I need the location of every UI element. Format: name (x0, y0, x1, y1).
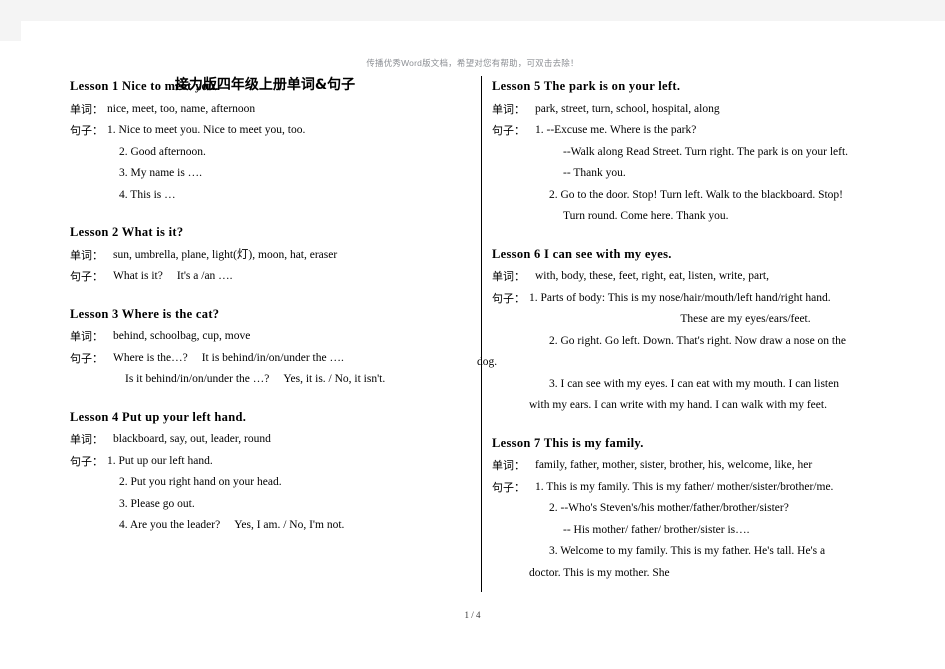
words-row: 单词： nice, meet, too, name, afternoon (70, 99, 435, 121)
words-label: 单词： (70, 102, 103, 116)
words-row: 单词： park, street, turn, school, hospital… (492, 99, 902, 121)
document-page: 接力版四年级上册单词&句子 Lesson 1 Nice to meet you.… (0, 0, 945, 669)
sentences-label: 句子： (70, 270, 103, 283)
lesson-block-6: Lesson 6 I can see with my eyes. 单词： wit… (477, 244, 902, 417)
sentence-line: -- Thank you. (563, 167, 626, 179)
words-label: 单词： (492, 270, 525, 283)
sentence-line: --Walk along Read Street. Turn right. Th… (563, 145, 849, 158)
sentences-row: 句子： 1. --Excuse me. Where is the park? -… (492, 120, 902, 228)
sentences-label: 句子： (492, 291, 525, 305)
words-label: 单词： (492, 459, 525, 472)
right-column: Lesson 5 The park is on your left. 单词： p… (477, 76, 902, 600)
sentence-line: doctor. This is my mother. She (529, 566, 670, 579)
page-footer: 1 / 4 (464, 610, 481, 620)
lesson-title: Lesson 4 Put up your left hand. (70, 409, 247, 424)
lesson-title: Lesson 1 Nice to meet you. (70, 79, 219, 93)
lesson-title: Lesson 3 Where is the cat? (70, 306, 220, 321)
sentences-row: 句子： Where is the…? It is behind/in/on/und… (70, 348, 435, 391)
words-row: 单词： sun, umbrella, plane, light(灯), moon… (70, 245, 435, 267)
words-row: 单词： family, father, mother, sister, brot… (492, 455, 902, 477)
words-row: 单词： with, body, these, feet, right, eat,… (492, 266, 902, 288)
words-value: behind, schoolbag, cup, move (113, 330, 251, 342)
words-label: 单词： (70, 433, 103, 446)
words-value: nice, meet, too, name, afternoon (107, 102, 256, 115)
sentence-line: 1. This is my family. This is my father/… (535, 480, 834, 493)
sentence-line: 1. Put up our left hand. (107, 454, 213, 467)
sentence-line: with my ears. I can write with my hand. … (529, 399, 827, 411)
words-label: 单词： (70, 248, 103, 262)
sentences-row: 句子： 1. Put up our left hand. 2. Put you … (70, 451, 435, 537)
words-value: with, body, these, feet, right, eat, lis… (535, 270, 769, 282)
sentences-label: 句子： (70, 351, 103, 365)
words-label: 单词： (492, 102, 525, 116)
sentence-line: 4. Are you the leader? (119, 519, 221, 531)
left-column: Lesson 1 Nice to meet you. 单词： nice, mee… (70, 76, 435, 553)
sentences-label: 句子： (70, 454, 103, 468)
sentence-line: 1. Nice to meet you. Nice to meet you, t… (107, 124, 306, 136)
sentence-line: It's a /an …. (176, 270, 233, 282)
sentences-row: 句子： 1. Parts of body: This is my nose/ha… (477, 288, 902, 417)
sentence-line: 1. --Excuse me. Where is the park? (535, 124, 697, 136)
sentence-line: 3. My name is …. (119, 167, 203, 179)
sentence-line: Is it behind/in/on/under the …? (125, 373, 270, 385)
sentences-label: 句子： (492, 480, 525, 494)
sentence-line: -- His mother/ father/ brother/sister is… (563, 523, 750, 536)
words-value: park, street, turn, school, hospital, al… (535, 102, 720, 115)
lesson-block-1: Lesson 1 Nice to meet you. 单词： nice, mee… (70, 76, 435, 206)
lesson-title: Lesson 2 What is it? (70, 225, 184, 239)
sentence-line: Yes, I am. / No, I'm not. (234, 519, 345, 531)
sentences-label: 句子： (70, 124, 103, 137)
sentence-line: 3. I can see with my eyes. I can eat wit… (549, 377, 839, 390)
sentence-line: It is behind/in/on/under the …. (201, 351, 344, 364)
words-label: 单词： (70, 330, 103, 343)
sentence-line: Where is the…? (113, 351, 188, 364)
sentence-line: 2. Go right. Go left. Down. That's right… (549, 334, 846, 347)
sentence-line: Yes, it is. / No, it isn't. (283, 373, 386, 385)
sentence-line: 2. Go to the door. Stop! Turn left. Walk… (549, 188, 844, 201)
column-divider (481, 76, 482, 592)
words-row: 单词： blackboard, say, out, leader, round (70, 429, 435, 451)
sentence-line: 4. This is … (119, 188, 176, 201)
sentence-line: Turn round. Come here. Thank you. (563, 210, 729, 222)
sentence-line: 2. Good afternoon. (119, 145, 206, 158)
sentences-row: 句子： 1. Nice to meet you. Nice to meet yo… (70, 120, 435, 206)
sentence-line: These are my eyes/ears/feet. (680, 313, 811, 325)
sentence-line: 3. Welcome to my family. This is my fath… (549, 545, 826, 557)
lesson-title: Lesson 6 I can see with my eyes. (492, 246, 672, 261)
sentence-line: 2. --Who's Steven's/his mother/father/br… (549, 502, 789, 514)
words-row: 单词： behind, schoolbag, cup, move (70, 326, 435, 348)
sentence-line: 3. Please go out. (119, 497, 195, 510)
lesson-block-5: Lesson 5 The park is on your left. 单词： p… (492, 76, 902, 228)
sentence-line: What is it? (113, 270, 163, 282)
lesson-block-2: Lesson 2 What is it? 单词： sun, umbrella, … (70, 222, 435, 288)
sentence-line: 2. Put you right hand on your head. (119, 476, 282, 488)
words-value: family, father, mother, sister, brother,… (535, 459, 813, 471)
sentence-line: 1. Parts of body: This is my nose/hair/m… (529, 291, 831, 304)
sentences-label: 句子： (492, 124, 525, 137)
lesson-block-7: Lesson 7 This is my family. 单词： family, … (492, 433, 902, 585)
lesson-title: Lesson 7 This is my family. (492, 435, 644, 450)
words-value: sun, umbrella, plane, light(灯), moon, ha… (113, 248, 338, 261)
words-value: blackboard, say, out, leader, round (113, 433, 271, 445)
lesson-block-3: Lesson 3 Where is the cat? 单词： behind, s… (70, 304, 435, 391)
lesson-title: Lesson 5 The park is on your left. (492, 79, 681, 93)
sentence-line-outdent: dog. (477, 356, 498, 368)
sentences-row: 句子： 1. This is my family. This is my fat… (492, 477, 902, 585)
sentences-row: 句子： What is it? It's a /an …. (70, 266, 435, 288)
lesson-block-4: Lesson 4 Put up your left hand. 单词： blac… (70, 407, 435, 537)
